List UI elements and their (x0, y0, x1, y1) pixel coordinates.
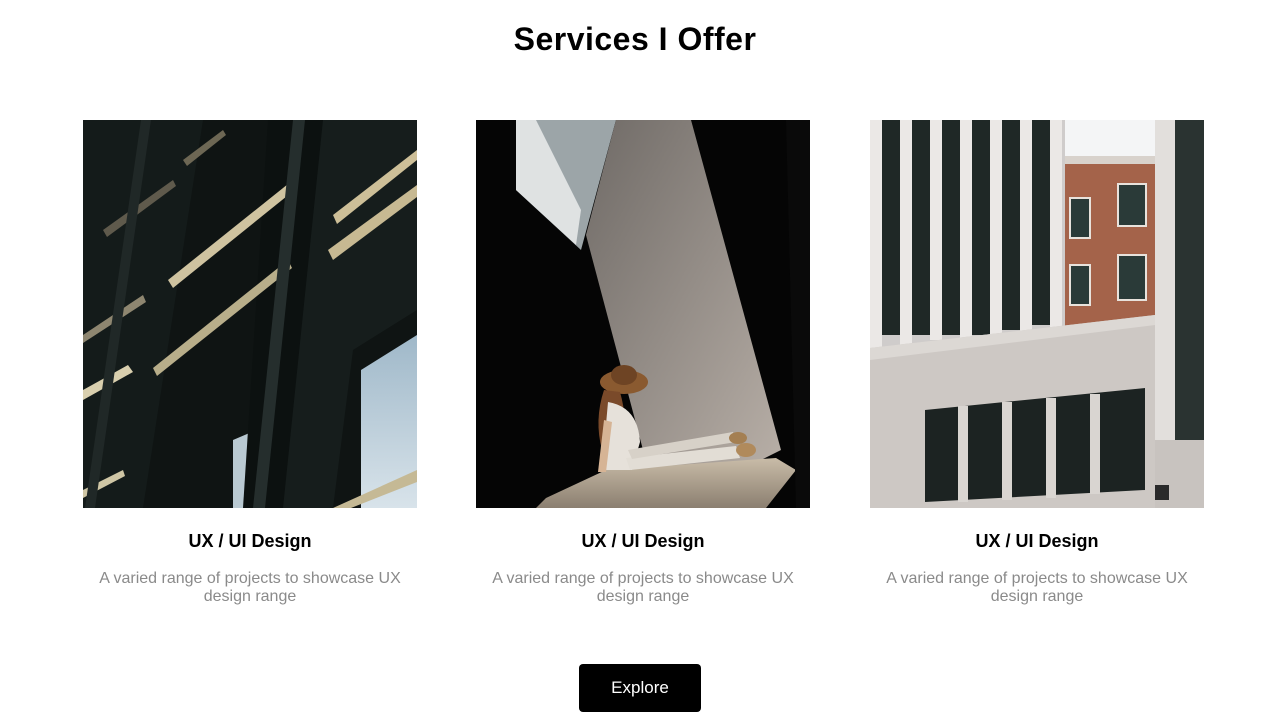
card-title: UX / UI Design (975, 531, 1099, 551)
card-description: A varied range of projects to showcase U… (99, 570, 401, 605)
explore-button[interactable]: Explore (579, 664, 701, 712)
section-title: Services I Offer (513, 21, 757, 57)
abstract-dark-architecture-image[interactable] (83, 120, 417, 508)
services-grid: UX / UI Design A varied range of project… (0, 120, 1270, 620)
card-title: UX / UI Design (188, 531, 312, 551)
card-title: UX / UI Design (581, 531, 705, 551)
woman-in-sunlight-image[interactable] (476, 120, 810, 508)
service-card[interactable]: UX / UI Design A varied range of project… (83, 120, 417, 606)
service-card[interactable]: UX / UI Design A varied range of project… (476, 120, 810, 606)
card-description: A varied range of projects to showcase U… (492, 570, 794, 605)
service-card[interactable]: UX / UI Design A varied range of project… (870, 120, 1204, 606)
card-description: A varied range of projects to showcase U… (886, 570, 1188, 605)
modern-building-facade-image[interactable] (870, 120, 1204, 508)
